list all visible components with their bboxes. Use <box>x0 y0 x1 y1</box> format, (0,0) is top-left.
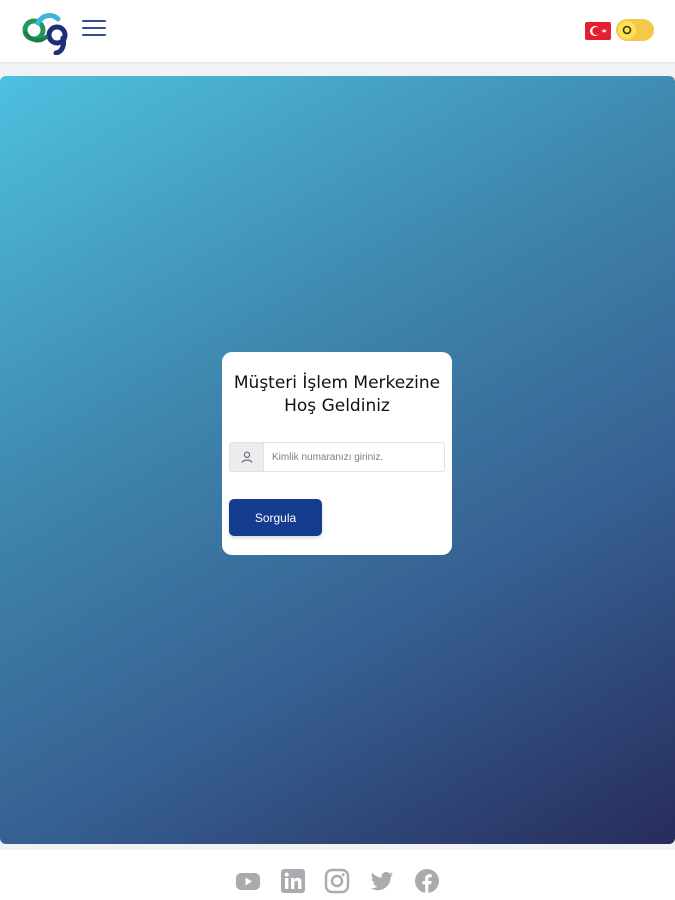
user-icon <box>230 443 264 471</box>
sun-icon <box>618 21 636 39</box>
welcome-title: Müşteri İşlem Merkezine Hoş Geldiniz <box>233 373 441 416</box>
turkey-flag-icon[interactable] <box>585 22 611 40</box>
id-input-group <box>229 442 445 472</box>
theme-toggle[interactable] <box>616 19 654 41</box>
id-number-input[interactable] <box>264 443 444 471</box>
youtube-icon[interactable] <box>235 868 261 894</box>
footer <box>0 850 675 900</box>
instagram-icon[interactable] <box>324 868 350 894</box>
facebook-icon[interactable] <box>414 868 440 894</box>
login-card: Müşteri İşlem Merkezine Hoş Geldiniz Sor… <box>222 352 452 555</box>
hamburger-menu-icon[interactable] <box>82 20 106 40</box>
query-button[interactable]: Sorgula <box>229 499 322 536</box>
linkedin-icon[interactable] <box>280 868 306 894</box>
twitter-icon[interactable] <box>369 868 395 894</box>
brand-logo-icon[interactable] <box>20 5 70 56</box>
top-header <box>0 0 675 62</box>
